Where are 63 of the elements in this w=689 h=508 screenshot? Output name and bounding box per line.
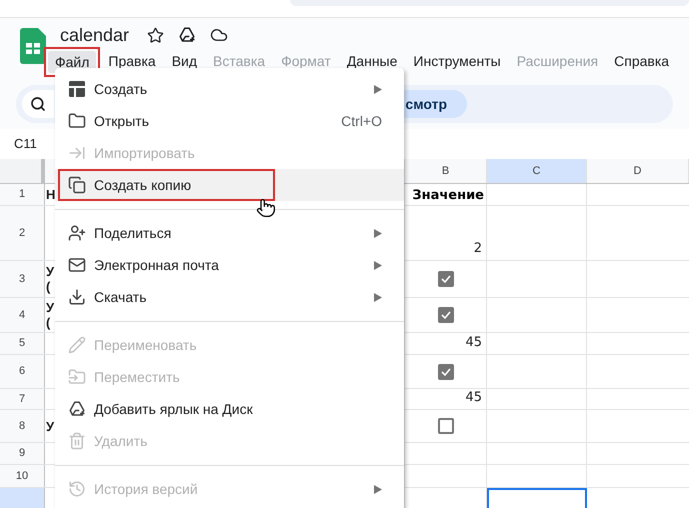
pencil-icon	[68, 336, 86, 354]
checkbox[interactable]	[438, 364, 454, 380]
table-cell-text: Значение	[412, 187, 484, 205]
submenu-arrow-icon	[374, 260, 382, 270]
name-box[interactable]: C11	[14, 134, 37, 154]
submenu-arrow-icon	[374, 292, 382, 302]
table-cell: У (	[46, 300, 54, 330]
menu-bar-item[interactable]: Вид	[164, 50, 204, 72]
new-sheet-icon	[68, 80, 86, 98]
menu-item[interactable]: Создать копию	[55, 169, 404, 201]
row-header[interactable]: 1	[0, 184, 45, 205]
folder-icon	[68, 112, 86, 130]
table-cell: У (	[46, 264, 54, 294]
menu-bar-item[interactable]: Данные	[340, 50, 404, 72]
checkbox[interactable]	[438, 271, 454, 287]
menu-item[interactable]: Электронная почта	[55, 249, 404, 281]
drive-add-icon	[178, 26, 196, 44]
download-icon	[68, 288, 86, 306]
checkmark-icon	[440, 309, 452, 321]
checkbox[interactable]	[438, 307, 454, 323]
menu-item[interactable]: Добавить ярлык на Диск	[55, 393, 404, 425]
submenu-arrow-icon	[374, 484, 382, 494]
column-header[interactable]: D	[587, 159, 689, 183]
import-icon	[68, 144, 86, 162]
table-cell-text: 45	[465, 334, 482, 352]
highlight-frame: Создать копию	[58, 169, 275, 201]
envelope-icon	[68, 256, 86, 274]
menu-bar-item[interactable]: Инструменты	[406, 50, 508, 72]
folder-arrow-icon	[68, 368, 86, 386]
row-header[interactable]: 8	[0, 410, 45, 442]
trash-icon	[68, 432, 86, 450]
row-header[interactable]: 5	[0, 333, 45, 354]
table-cell-text: 45	[465, 388, 482, 406]
menu-bar-item[interactable]: Правка	[101, 50, 163, 72]
checkbox[interactable]	[438, 418, 454, 434]
cloud-icon[interactable]	[210, 26, 228, 44]
sheets-logo	[20, 28, 46, 64]
search-icon[interactable]	[30, 96, 46, 112]
menu-item[interactable]: Скачать	[55, 281, 404, 313]
checkmark-icon	[440, 366, 452, 378]
hand-cursor-icon	[256, 197, 276, 219]
menu-bar-item[interactable]: Справка	[607, 50, 676, 72]
add-person-icon	[68, 224, 86, 242]
row-header[interactable]: 6	[0, 355, 45, 388]
column-header[interactable]: C	[487, 159, 587, 183]
row-header[interactable]: 9	[0, 443, 45, 464]
submenu-arrow-icon	[374, 84, 382, 94]
checkmark-icon	[440, 273, 452, 285]
star-icon[interactable]	[147, 26, 164, 44]
table-cell: Н	[46, 187, 56, 202]
table-cell-text: 2	[474, 240, 482, 258]
copy-icon	[68, 176, 86, 194]
table-cell: У	[46, 418, 54, 434]
drive-add-icon	[68, 400, 86, 418]
row-header[interactable]: 4	[0, 298, 45, 332]
row-header[interactable]: 2	[0, 206, 45, 260]
row-header[interactable]: 10	[0, 465, 45, 487]
submenu-arrow-icon	[374, 228, 382, 238]
row-header[interactable]: 7	[0, 389, 45, 409]
document-title[interactable]: calendar	[60, 22, 130, 48]
row-header[interactable]: 3	[0, 261, 45, 297]
history-icon	[68, 480, 86, 498]
menu-item[interactable]: Поделиться	[55, 217, 404, 249]
